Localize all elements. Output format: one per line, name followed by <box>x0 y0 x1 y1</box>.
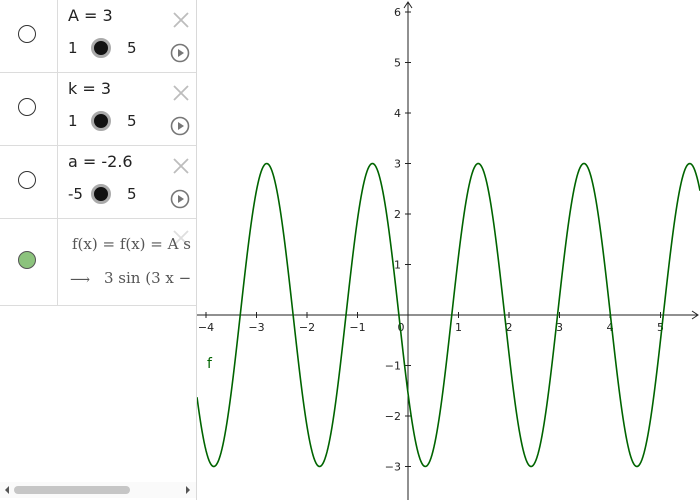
y-tick-label: 4 <box>394 107 401 120</box>
scroll-left-icon[interactable] <box>5 486 9 494</box>
slider-min: 1 <box>68 112 78 130</box>
horizontal-scrollbar[interactable] <box>0 482 196 498</box>
visibility-toggle-cell <box>0 0 58 72</box>
play-icon[interactable] <box>170 43 190 63</box>
y-tick-label: 3 <box>394 158 401 171</box>
x-tick-label: −3 <box>248 321 264 334</box>
slider-definition[interactable]: k = 3 <box>68 79 111 98</box>
x-tick-label: 1 <box>455 321 462 334</box>
algebra-row-slider-a-phase[interactable]: a = -2.6 -5 5 <box>0 146 196 219</box>
slider-max: 5 <box>127 185 137 203</box>
visibility-toggle-a-phase[interactable] <box>18 171 36 189</box>
function-definition[interactable]: f(x) = f(x) = A s <box>72 235 191 253</box>
function-output: 3 sin (3 x − 2 <box>104 269 197 287</box>
scrollbar-thumb[interactable] <box>14 486 130 494</box>
visibility-toggle-a[interactable] <box>18 25 36 43</box>
slider-min: 1 <box>68 39 78 57</box>
x-tick-label: −1 <box>349 321 365 334</box>
slider-max: 5 <box>127 112 137 130</box>
visibility-toggle-cell <box>0 219 58 305</box>
graphics-view[interactable]: −4 −3 −2 −1 0 1 2 3 4 5 −3 −2 −1 1 2 3 4 5 6 f <box>196 0 700 500</box>
close-icon[interactable] <box>172 157 190 175</box>
visibility-toggle-cell <box>0 73 58 145</box>
y-tick-label: 5 <box>394 57 401 70</box>
visibility-toggle-f[interactable] <box>18 251 36 269</box>
y-tick-label: 6 <box>394 6 401 19</box>
play-icon[interactable] <box>170 189 190 209</box>
slider-handle-a[interactable] <box>91 38 111 58</box>
close-icon[interactable] <box>172 11 190 29</box>
slider-definition[interactable]: a = -2.6 <box>68 152 133 171</box>
slider-definition[interactable]: A = 3 <box>68 6 113 25</box>
y-tick-label: −2 <box>385 410 401 423</box>
graph-canvas[interactable]: −4 −3 −2 −1 0 1 2 3 4 5−3−2−1123456 f <box>196 0 700 500</box>
algebra-row-function-f[interactable]: f(x) = f(x) = A s ⟶ 3 sin (3 x − 2 <box>0 219 196 306</box>
y-tick-label: 1 <box>394 259 401 272</box>
y-tick-label: 2 <box>394 208 401 221</box>
visibility-toggle-cell <box>0 146 58 218</box>
slider-min: -5 <box>68 185 83 203</box>
x-tick-label: −4 <box>198 321 214 334</box>
visibility-toggle-k[interactable] <box>18 98 36 116</box>
x-tick-label: −2 <box>299 321 315 334</box>
output-arrow-icon: ⟶ <box>70 272 91 288</box>
slider-handle-a-phase[interactable] <box>91 184 111 204</box>
algebra-view: A = 3 1 5 k = 3 1 5 a = -2.6 -5 5 f(x) =… <box>0 0 197 500</box>
scroll-right-icon[interactable] <box>186 486 190 494</box>
y-tick-label: −3 <box>385 461 401 474</box>
play-icon[interactable] <box>170 116 190 136</box>
axis-ticks: −4 −3 −2 −1 0 1 2 3 4 5−3−2−1123456 <box>198 6 664 474</box>
algebra-row-slider-a[interactable]: A = 3 1 5 <box>0 0 196 73</box>
slider-handle-k[interactable] <box>91 111 111 131</box>
algebra-row-slider-k[interactable]: k = 3 1 5 <box>0 73 196 146</box>
coordinate-axes <box>197 1 699 500</box>
curve-label: f <box>207 356 213 372</box>
close-icon[interactable] <box>172 84 190 102</box>
slider-max: 5 <box>127 39 137 57</box>
y-tick-label: −1 <box>385 360 401 373</box>
